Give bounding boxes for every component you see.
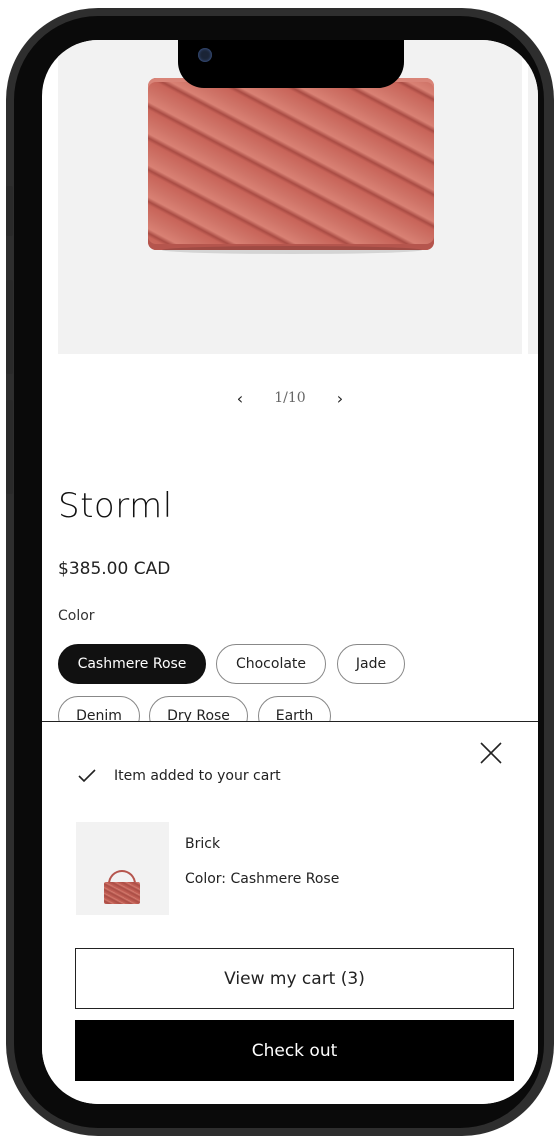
checkout-button[interactable]: Check out (75, 1020, 514, 1081)
item-color: Color: Cashmere Rose (185, 871, 340, 887)
bag-image (148, 78, 434, 250)
notch (178, 40, 404, 88)
chevron-left-icon[interactable]: ‹ (228, 389, 252, 408)
color-chip-cashmere-rose[interactable]: Cashmere Rose (58, 644, 206, 684)
volume-up-button (6, 280, 13, 374)
image-pager: ‹ 1/10 › (42, 386, 538, 410)
pager-count: 1/10 (274, 390, 306, 406)
camera-icon (198, 48, 212, 62)
color-chip-jade[interactable]: Jade (337, 644, 405, 684)
mute-switch (6, 186, 13, 236)
added-status-text: Item added to your cart (114, 768, 281, 784)
screen: ‹ 1/10 › Storml $385.00 CAD Color Cashme… (42, 40, 538, 1104)
volume-down-button (6, 400, 13, 494)
product-title: Storml (58, 486, 173, 526)
item-thumbnail (76, 822, 169, 915)
check-icon (78, 769, 96, 783)
added-status: Item added to your cart (78, 768, 281, 784)
item-name: Brick (185, 836, 221, 852)
view-cart-button[interactable]: View my cart (3) (75, 948, 514, 1009)
cart-notification-drawer: Item added to your cart Brick Color: Cas… (42, 721, 538, 1104)
chevron-right-icon[interactable]: › (328, 389, 352, 408)
close-icon[interactable] (478, 740, 504, 766)
phone-frame: ‹ 1/10 › Storml $385.00 CAD Color Cashme… (0, 0, 556, 1139)
color-label: Color (58, 608, 95, 624)
next-image-peek (528, 40, 538, 354)
product-price: $385.00 CAD (58, 559, 171, 579)
bag-shadow (162, 246, 422, 254)
color-chip-chocolate[interactable]: Chocolate (216, 644, 326, 684)
thumb-bag (104, 882, 140, 904)
